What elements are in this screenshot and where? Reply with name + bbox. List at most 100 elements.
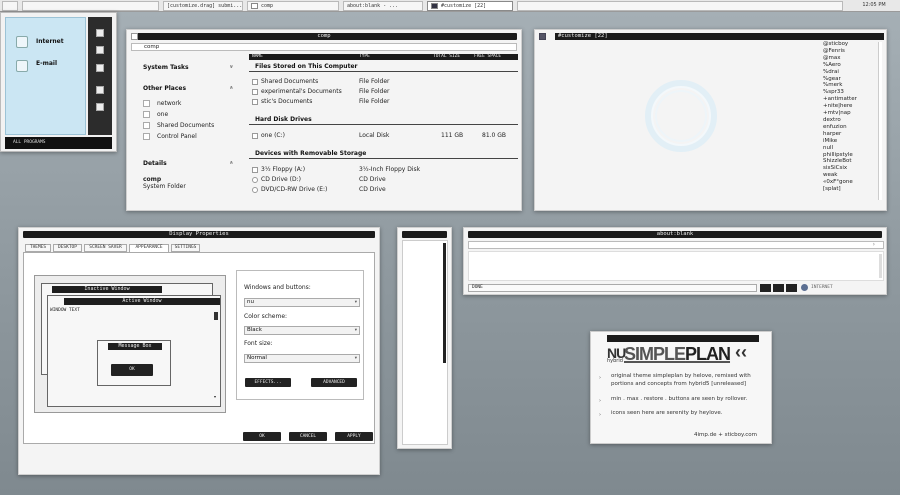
- nick[interactable]: @max: [823, 55, 883, 62]
- tab-themes[interactable]: THEMES: [25, 244, 51, 252]
- windows-buttons-select[interactable]: nu ▾: [244, 298, 360, 307]
- nick[interactable]: [splat]: [823, 186, 883, 193]
- nick-list-scrollbar[interactable]: [878, 42, 882, 200]
- place-shared-documents[interactable]: Shared Documents: [157, 122, 214, 129]
- chevron-down-icon: ▾: [354, 328, 357, 333]
- scrollbar-track[interactable]: [879, 254, 882, 278]
- clock[interactable]: 12:05 PM: [848, 0, 900, 11]
- chevron-up-icon[interactable]: «: [227, 86, 234, 90]
- apply-button[interactable]: APPLY: [335, 432, 373, 441]
- info-footer: 4imp.de + sticboy.com: [693, 432, 757, 438]
- column-type[interactable]: TYPE: [359, 54, 370, 60]
- column-free-space[interactable]: FREE SPACE: [474, 54, 501, 60]
- browser-titlebar[interactable]: about:blank: [468, 231, 882, 238]
- nick[interactable]: weak: [823, 172, 883, 179]
- chevron-up-icon[interactable]: «: [227, 161, 234, 165]
- list-item[interactable]: 3½ Floppy (A:) 3½-Inch Floppy Disk: [249, 166, 518, 174]
- taskbar-item-customize-drag[interactable]: [customize.drag] submi...: [163, 1, 243, 11]
- internet-icon: [16, 36, 28, 48]
- nick[interactable]: harper: [823, 131, 883, 138]
- nick[interactable]: %gear: [823, 76, 883, 83]
- advanced-button[interactable]: ADVANCED: [311, 378, 357, 387]
- all-programs-button[interactable]: ALL PROGRAMS: [5, 137, 112, 149]
- list-item[interactable]: Shared Documents File Folder: [249, 78, 518, 86]
- narrow-titlebar[interactable]: [402, 231, 447, 238]
- place-network[interactable]: network: [157, 100, 181, 107]
- list-item[interactable]: one (C:) Local Disk 111 GB 81.0 GB: [249, 132, 518, 140]
- nick[interactable]: +mtv|nap: [823, 110, 883, 117]
- taskbar-item-aboutblank[interactable]: about:blank - ...: [343, 1, 423, 11]
- display-properties-titlebar[interactable]: Display Properties: [23, 231, 375, 238]
- list-item[interactable]: experimental's Documents File Folder: [249, 88, 518, 96]
- folder-icon: [252, 79, 258, 85]
- irc-icon[interactable]: [539, 33, 546, 40]
- place-one[interactable]: one: [157, 111, 168, 118]
- system-tasks-heading[interactable]: System Tasks: [143, 64, 189, 71]
- taskbar-item-comp[interactable]: comp: [247, 1, 339, 11]
- nick[interactable]: null: [823, 145, 883, 152]
- other-places-heading[interactable]: Other Places: [143, 85, 186, 92]
- places-item-icon[interactable]: [96, 103, 104, 111]
- column-total-size[interactable]: TOTAL SIZE: [433, 54, 460, 60]
- nick[interactable]: dextro: [823, 117, 883, 124]
- effects-button[interactable]: EFFECTS...: [245, 378, 291, 387]
- group-header: Hard Disk Drives: [255, 116, 312, 123]
- list-item[interactable]: CD Drive (D:) CD Drive: [249, 176, 518, 184]
- nick[interactable]: ShizzleBot: [823, 158, 883, 165]
- nick[interactable]: %Aero: [823, 62, 883, 69]
- start-button[interactable]: [2, 1, 18, 11]
- nick[interactable]: +nite|here: [823, 103, 883, 110]
- scrollbar-thumb[interactable]: [443, 243, 446, 363]
- taskbar-item-customize-channel[interactable]: #customize [22]: [427, 1, 513, 11]
- places-item-icon[interactable]: [96, 29, 104, 37]
- display-properties-window: Display Properties THEMES DESKTOP SCREEN…: [18, 227, 380, 475]
- address-bar[interactable]: comp: [131, 43, 517, 51]
- quick-launch-area: [22, 1, 159, 11]
- tab-desktop[interactable]: DESKTOP: [53, 244, 82, 252]
- places-item-icon[interactable]: [96, 86, 104, 94]
- column-name[interactable]: NAME: [252, 54, 263, 60]
- nick[interactable]: %drai: [823, 69, 883, 76]
- explorer-titlebar[interactable]: comp: [131, 33, 517, 40]
- places-item-icon[interactable]: [96, 64, 104, 72]
- nick[interactable]: sixSiCsix: [823, 165, 883, 172]
- globe-icon: [801, 284, 808, 291]
- details-heading[interactable]: Details: [143, 160, 167, 167]
- windows-buttons-label: Windows and buttons:: [244, 284, 311, 291]
- appearance-panel: Inactive Window Active Window WINDOW TEX…: [23, 252, 375, 444]
- preview-inactive-title: Inactive Window: [52, 286, 162, 293]
- customize-titlebar[interactable]: #customize [22]: [539, 33, 884, 40]
- place-control-panel[interactable]: Control Panel: [157, 133, 197, 140]
- window-menu-icon[interactable]: [131, 33, 138, 40]
- nick[interactable]: %merk: [823, 82, 883, 89]
- nick[interactable]: iMike: [823, 138, 883, 145]
- nick[interactable]: «0xF°gone: [823, 179, 883, 186]
- nick[interactable]: phillipstyle: [823, 152, 883, 159]
- browser-address-bar[interactable]: ›: [468, 241, 884, 249]
- list-item[interactable]: DVD/CD-RW Drive (E:) CD Drive: [249, 186, 518, 194]
- color-scheme-select[interactable]: Black ▾: [244, 326, 360, 335]
- chevron-down-icon[interactable]: »: [227, 65, 234, 69]
- nick[interactable]: enfuzion: [823, 124, 883, 131]
- go-icon[interactable]: ›: [873, 241, 875, 248]
- nick[interactable]: @Fenris: [823, 48, 883, 55]
- info-buttons-note: min . max . restore . buttons are seen b…: [611, 396, 748, 402]
- nick[interactable]: @sticboy: [823, 41, 883, 48]
- cancel-button[interactable]: CANCEL: [289, 432, 327, 441]
- appearance-preview: Inactive Window Active Window WINDOW TEX…: [34, 275, 226, 413]
- font-size-select[interactable]: Normal ▾: [244, 354, 360, 363]
- start-item-email[interactable]: E-mail: [36, 60, 57, 67]
- nick[interactable]: %spr33: [823, 89, 883, 96]
- irc-channel-window: #customize [22] @sticboy @Fenris @max %A…: [534, 29, 887, 211]
- ok-button[interactable]: OK: [243, 432, 281, 441]
- tab-settings[interactable]: SETTINGS: [171, 244, 200, 252]
- start-item-internet[interactable]: Internet: [36, 38, 64, 45]
- preview-active-title: Active Window: [64, 298, 220, 305]
- places-item-icon[interactable]: [96, 46, 104, 54]
- logo-arrows: ‹‹: [735, 342, 747, 362]
- tab-screen-saver[interactable]: SCREEN SAVER: [84, 244, 127, 252]
- preview-message-box: Message Box OK: [97, 340, 171, 386]
- nick[interactable]: +antimatter: [823, 96, 883, 103]
- list-item[interactable]: stic's Documents File Folder: [249, 98, 518, 106]
- details-name: comp: [143, 176, 162, 183]
